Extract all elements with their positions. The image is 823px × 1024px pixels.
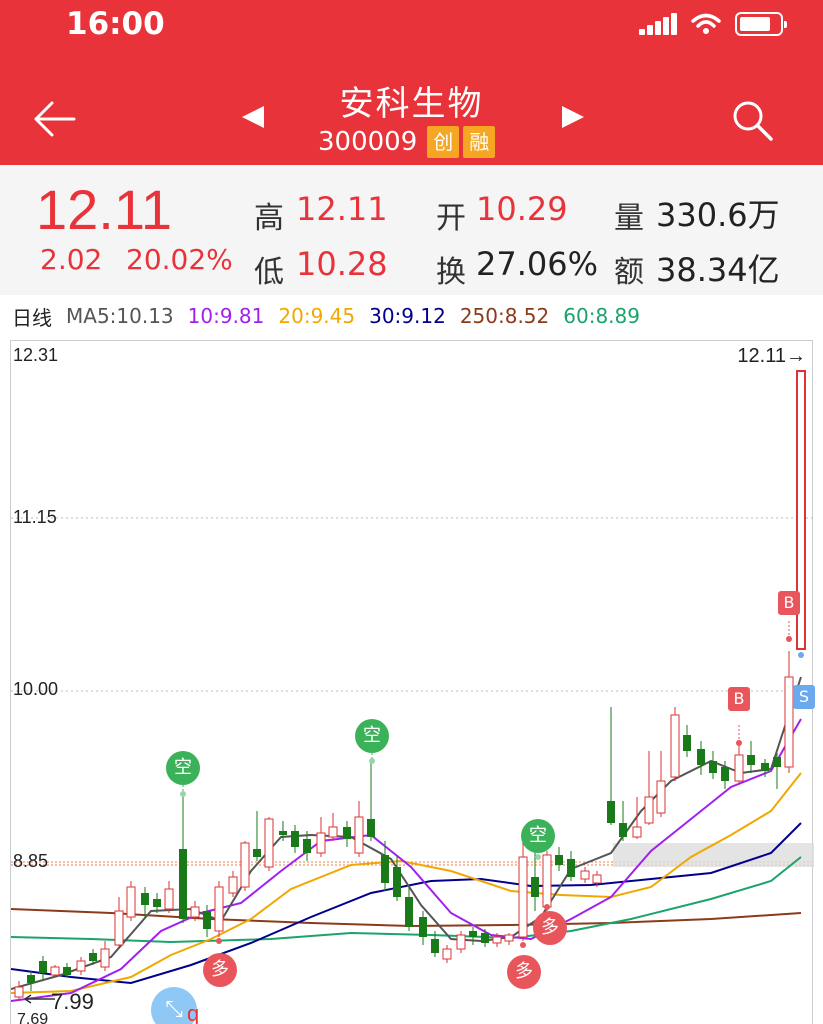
y-label-885: 8.85 <box>13 851 49 871</box>
amount-value: 38.34亿 <box>656 251 780 289</box>
low-value: 10.28 <box>296 245 388 283</box>
signal-kong-marker[interactable]: 空 <box>521 819 555 853</box>
ma20-label: 20:9.45 <box>278 304 356 328</box>
stock-code: 300009 <box>318 127 418 157</box>
low-price-label: 7.99 <box>51 989 94 1014</box>
ma5-label: MA5:10.13 <box>66 304 174 328</box>
turnover-value: 27.06% <box>476 245 599 283</box>
volume-label: 量 <box>614 201 644 236</box>
search-icon[interactable] <box>730 98 774 142</box>
ma60-label: 60:8.89 <box>563 304 640 328</box>
status-time: 16:00 <box>66 6 165 42</box>
last-price-label: 12.11→ <box>737 345 806 367</box>
signal-duo-marker[interactable]: 多 <box>203 953 237 987</box>
volume-value: 330.6万 <box>656 196 780 234</box>
amount-label: 额 <box>614 255 644 290</box>
candles <box>14 370 806 1001</box>
ma30-label: 30:9.12 <box>369 304 446 328</box>
price-change-pct: 20.02% <box>126 243 233 276</box>
signal-kong-marker[interactable]: 空 <box>355 719 389 753</box>
open-value: 10.29 <box>476 190 568 228</box>
ma-legend: 日线 MA5:10.13 10:9.81 20:9.45 30:9.12 250… <box>0 298 823 334</box>
bottom-price-label: 7.69 <box>17 1011 49 1024</box>
next-stock-button[interactable] <box>562 106 584 128</box>
margin-badge: 融 <box>463 126 496 158</box>
y-label-1115: 11.15 <box>13 507 57 527</box>
signal-icon <box>639 13 677 35</box>
ma10-label: 10:9.81 <box>187 304 265 328</box>
stock-name: 安科生物 <box>339 84 484 124</box>
indicator-label: q <box>187 1001 200 1024</box>
quote-panel: 12.11 2.02 20.02% 高 12.11 开 10.29 量 330.… <box>0 165 823 295</box>
y-label-top: 12.31 <box>13 345 59 365</box>
buy-marker[interactable]: B <box>728 687 750 711</box>
high-value: 12.11 <box>296 190 388 228</box>
status-icons <box>639 12 787 36</box>
current-price: 12.11 <box>36 178 172 241</box>
open-label: 开 <box>436 201 466 236</box>
low-label: 低 <box>254 255 284 290</box>
battery-icon <box>735 12 787 36</box>
chinext-badge: 创 <box>427 126 460 158</box>
app-header: 16:00 安科生物 300009 创 融 <box>0 0 823 165</box>
high-label: 高 <box>254 201 284 236</box>
kline-chart[interactable]: 12.31 11.15 10.00 8.85 12.11→ 空 空 空 多 多 … <box>10 340 815 1024</box>
y-label-1000: 10.00 <box>13 679 59 699</box>
wifi-icon <box>691 13 721 34</box>
kline-canvas <box>11 370 814 1004</box>
price-change: 2.02 <box>40 243 103 276</box>
buy-marker[interactable]: B <box>778 591 800 615</box>
signal-kong-marker[interactable]: 空 <box>166 751 200 785</box>
signal-duo-marker[interactable]: 多 <box>507 955 541 989</box>
turnover-label: 换 <box>436 255 466 290</box>
stock-code-row: 300009 创 融 <box>318 126 496 158</box>
sell-marker[interactable]: S <box>793 685 815 709</box>
signal-duo-marker[interactable]: 多 <box>533 911 567 945</box>
period-selector[interactable]: 日线 <box>12 302 52 331</box>
ma250-label: 250:8.52 <box>459 304 550 328</box>
